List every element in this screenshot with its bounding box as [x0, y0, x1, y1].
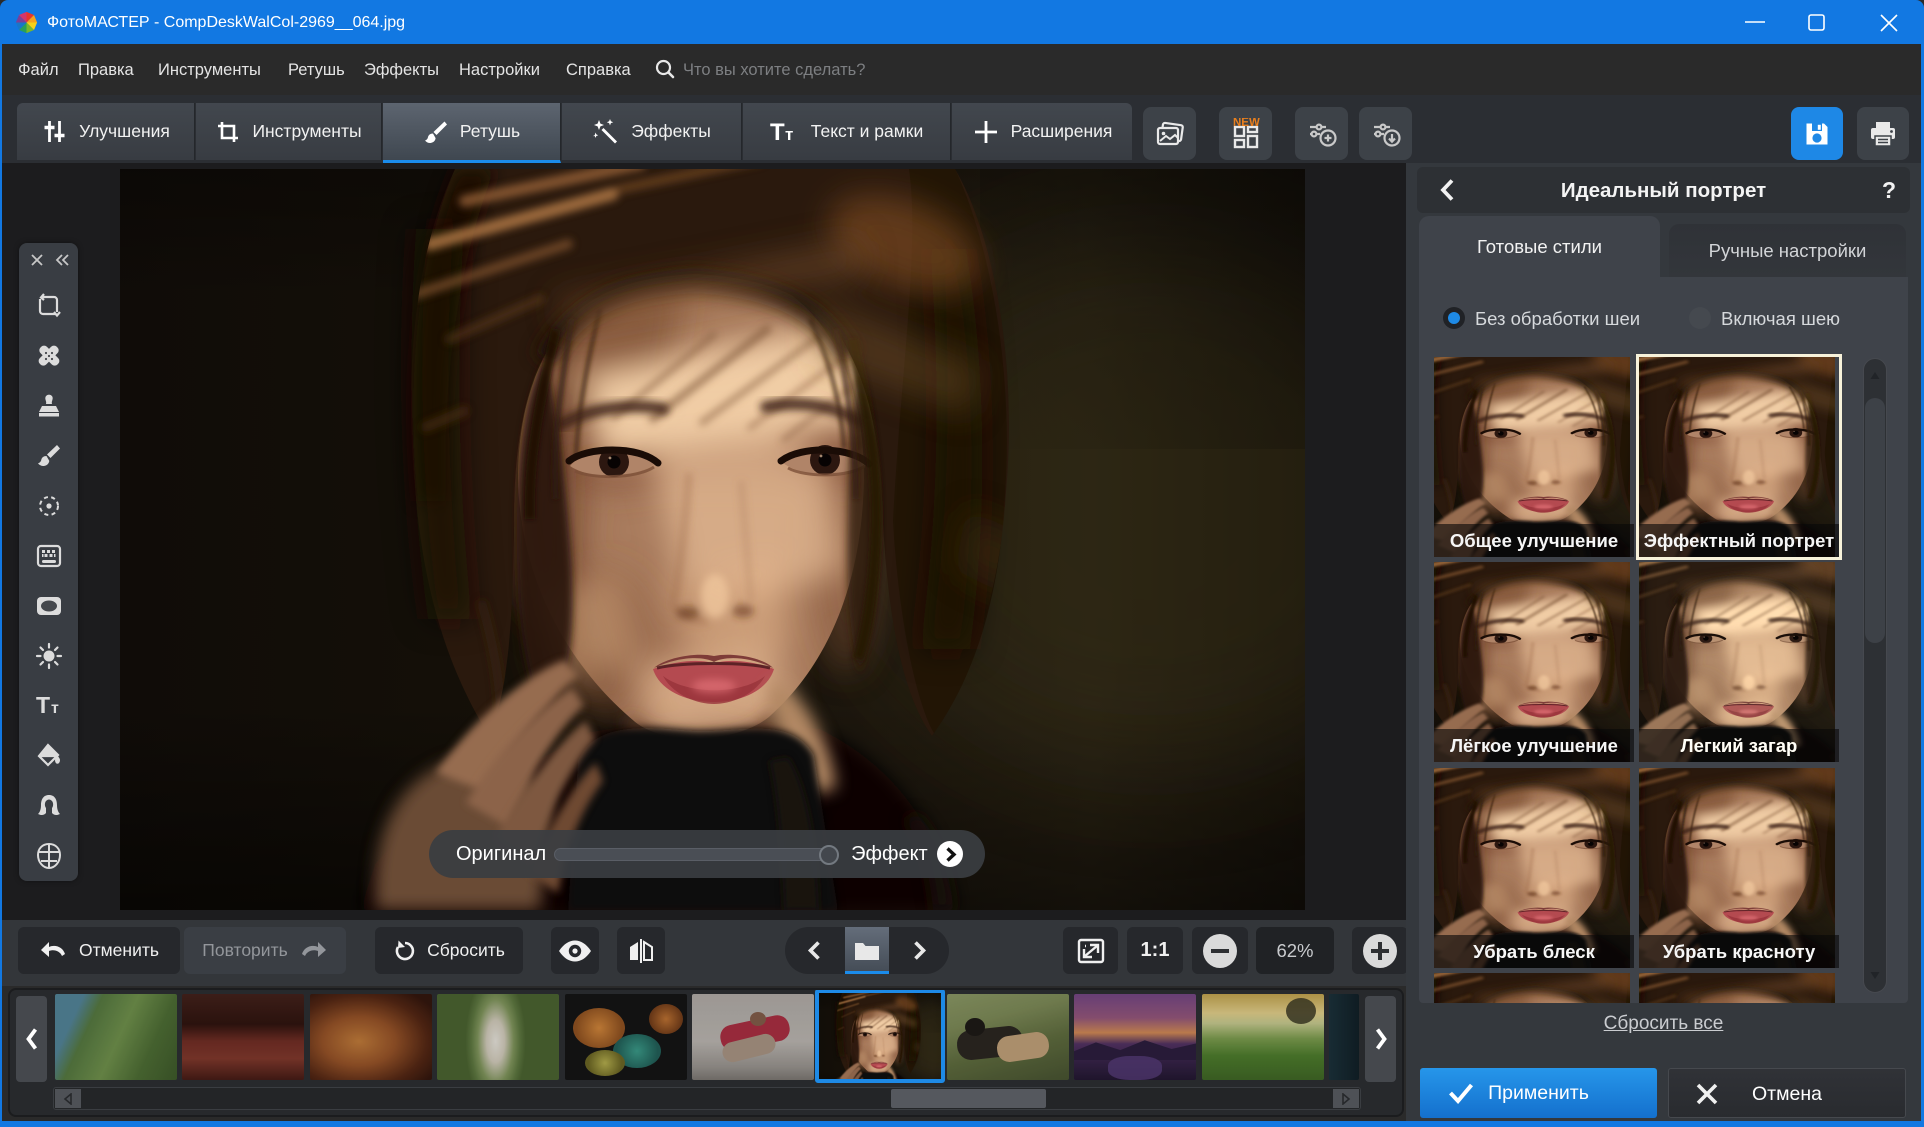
svg-text:т: т	[51, 700, 59, 717]
svg-text:T: T	[770, 119, 785, 145]
svg-text:NEW: NEW	[1233, 118, 1260, 129]
svg-text:T: T	[36, 692, 50, 718]
svg-text:т: т	[785, 125, 793, 144]
